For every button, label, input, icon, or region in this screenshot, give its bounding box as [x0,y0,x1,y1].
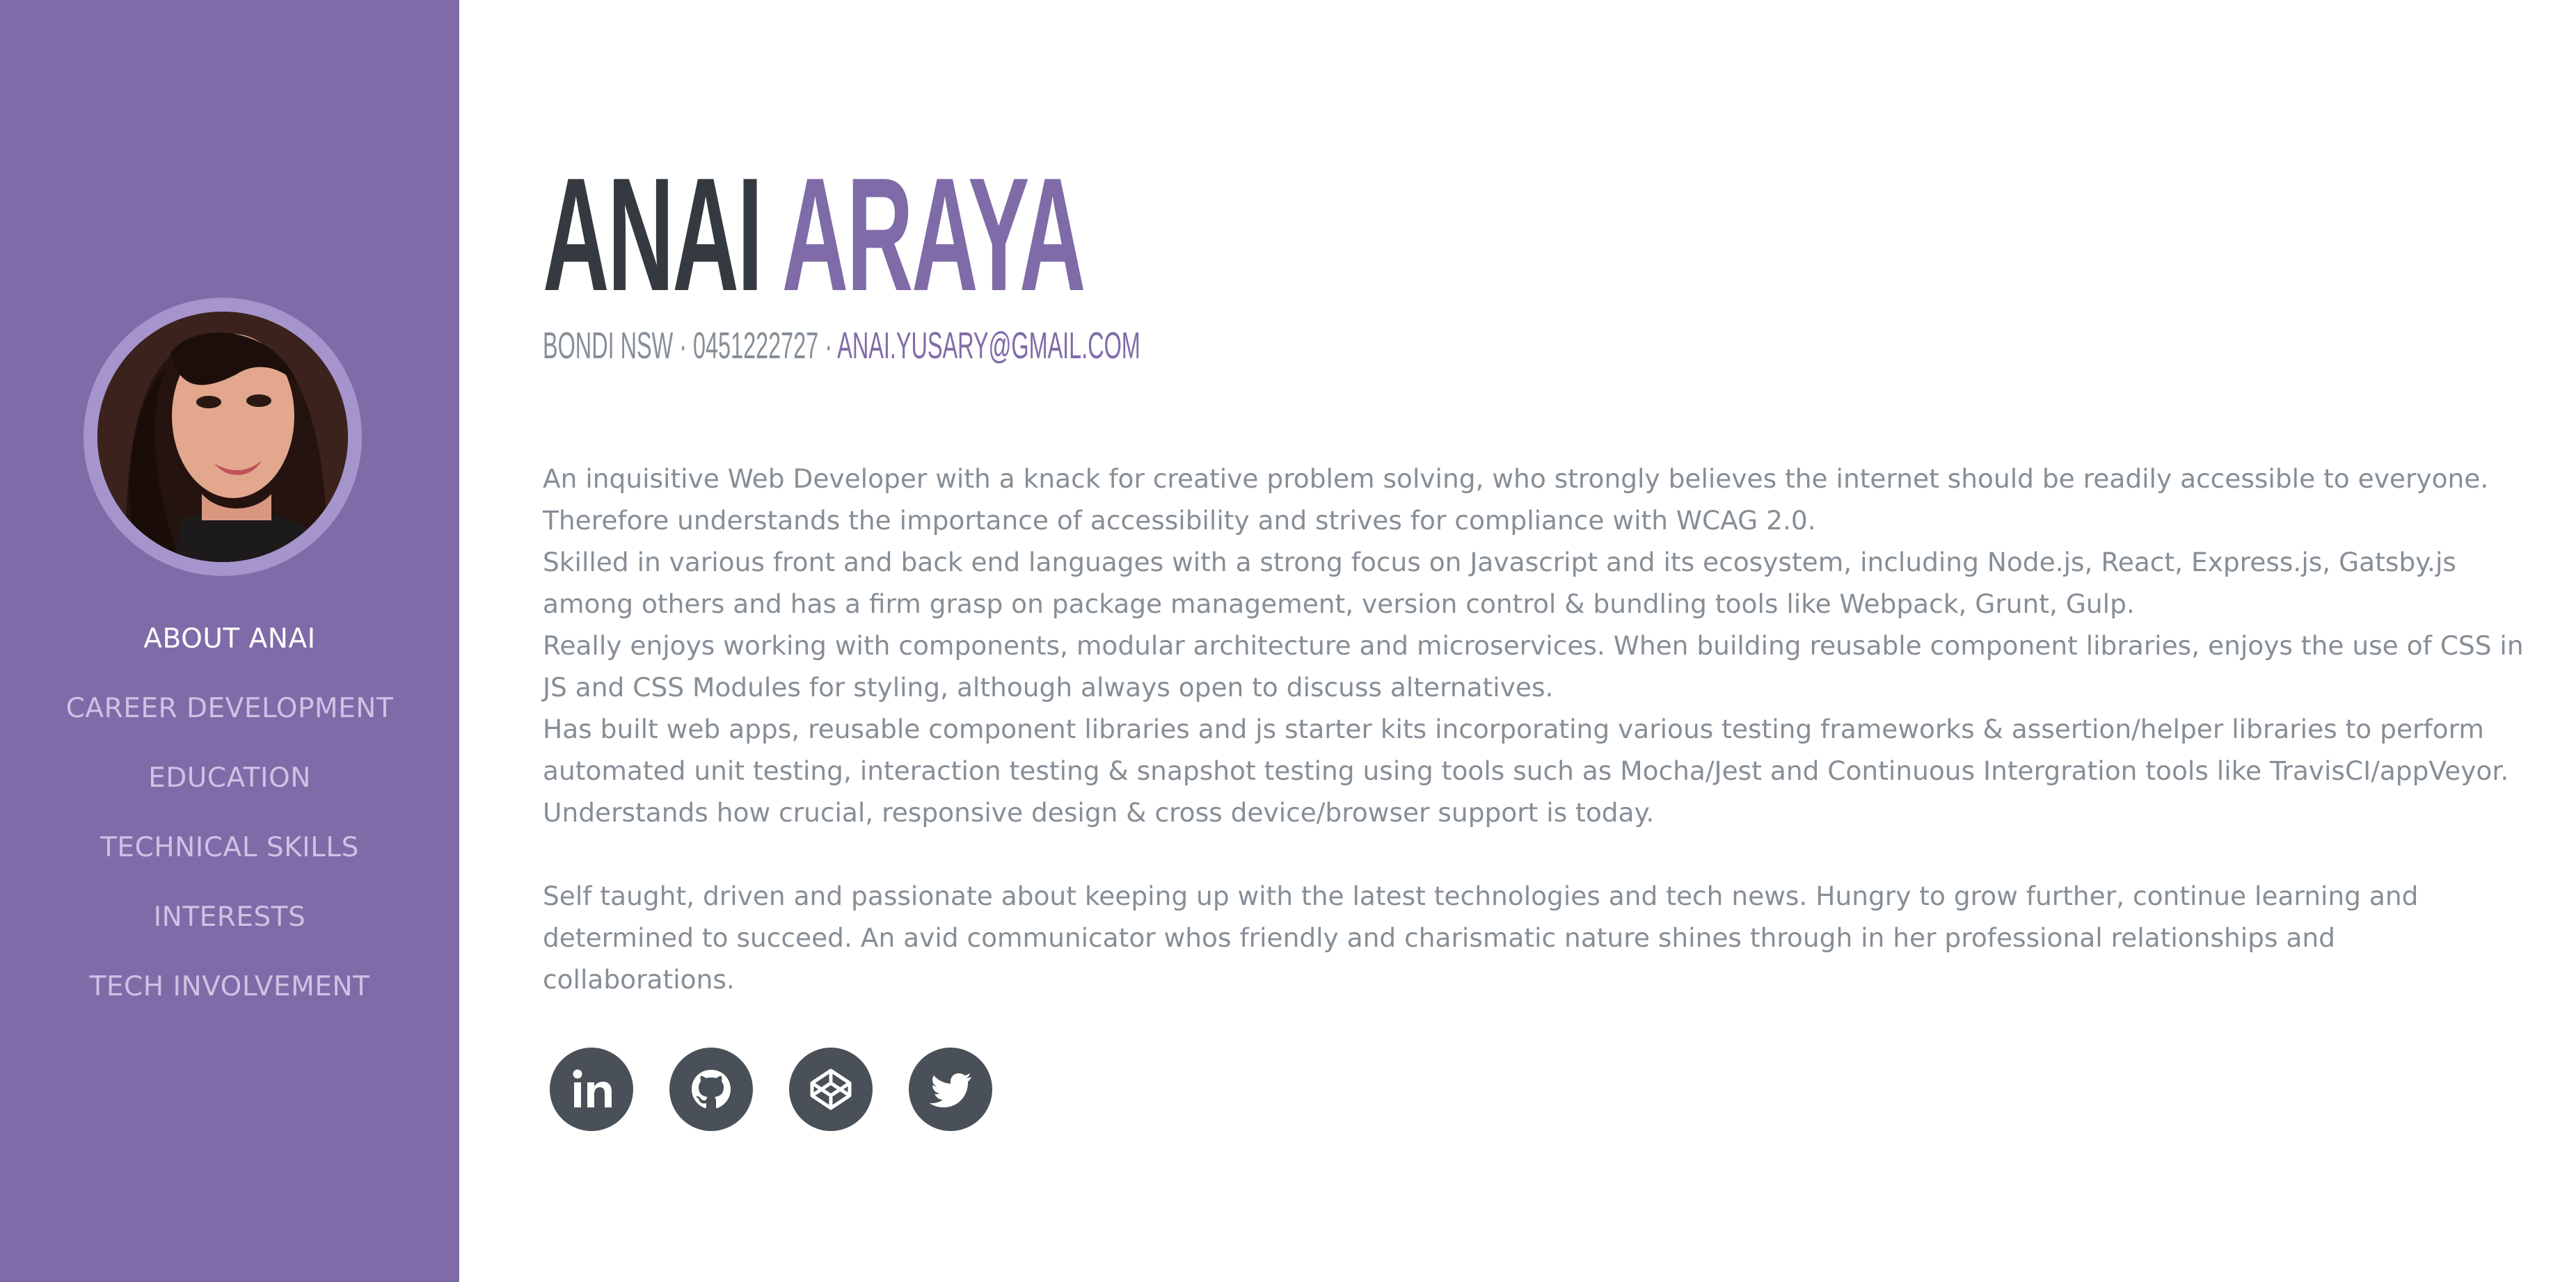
linkedin-icon [573,1069,612,1107]
nav-item-interests[interactable]: INTERESTS [0,890,459,960]
profile-avatar [97,312,348,562]
main-content: ANAI ARAYA BONDI NSW · 0451222727 · ANAI… [543,0,2533,1282]
contact-line: BONDI NSW · 0451222727 · ANAI.YUSARY@GMA… [543,323,1140,368]
profile-photo [97,312,348,562]
page-title: ANAI ARAYA [543,154,1086,316]
bio-paragraph: Self taught, driven and passionate about… [543,881,2419,995]
linkedin-link[interactable] [550,1048,633,1131]
profile-avatar-ring [84,298,362,576]
nav-item-about[interactable]: ABOUT ANAI [0,612,459,682]
location: BONDI NSW [543,325,674,367]
codepen-icon [810,1068,852,1110]
sidebar-nav: ABOUT ANAI CAREER DEVELOPMENT EDUCATION … [0,612,459,1029]
codepen-link[interactable] [789,1048,873,1131]
contact-separator: · [818,325,838,367]
bio-paragraph: Really enjoys working with components, m… [543,630,2524,703]
bio-paragraph: An inquisitive Web Developer with a knac… [543,463,2489,536]
nav-item-tech-involvement[interactable]: TECH INVOLVEMENT [0,960,459,1029]
last-name: ARAYA [781,145,1086,325]
nav-item-education[interactable]: EDUCATION [0,751,459,821]
phone-number: 0451222727 [693,325,819,367]
nav-item-career-development[interactable]: CAREER DEVELOPMENT [0,682,459,751]
bio-paragraph: Has built web apps, reusable component l… [543,714,2509,828]
twitter-icon [930,1073,971,1107]
nav-item-technical-skills[interactable]: TECHNICAL SKILLS [0,821,459,890]
bio-section: An inquisitive Web Developer with a knac… [543,458,2533,1000]
github-icon [692,1070,731,1108]
email-link[interactable]: ANAI.YUSARY@GMAIL.COM [837,325,1140,367]
first-name: ANAI [543,145,763,325]
bio-paragraph: Skilled in various front and back end la… [543,547,2456,619]
github-link[interactable] [669,1048,753,1131]
sidebar: ABOUT ANAI CAREER DEVELOPMENT EDUCATION … [0,0,459,1282]
twitter-link[interactable] [909,1048,992,1131]
contact-separator: · [673,325,694,367]
